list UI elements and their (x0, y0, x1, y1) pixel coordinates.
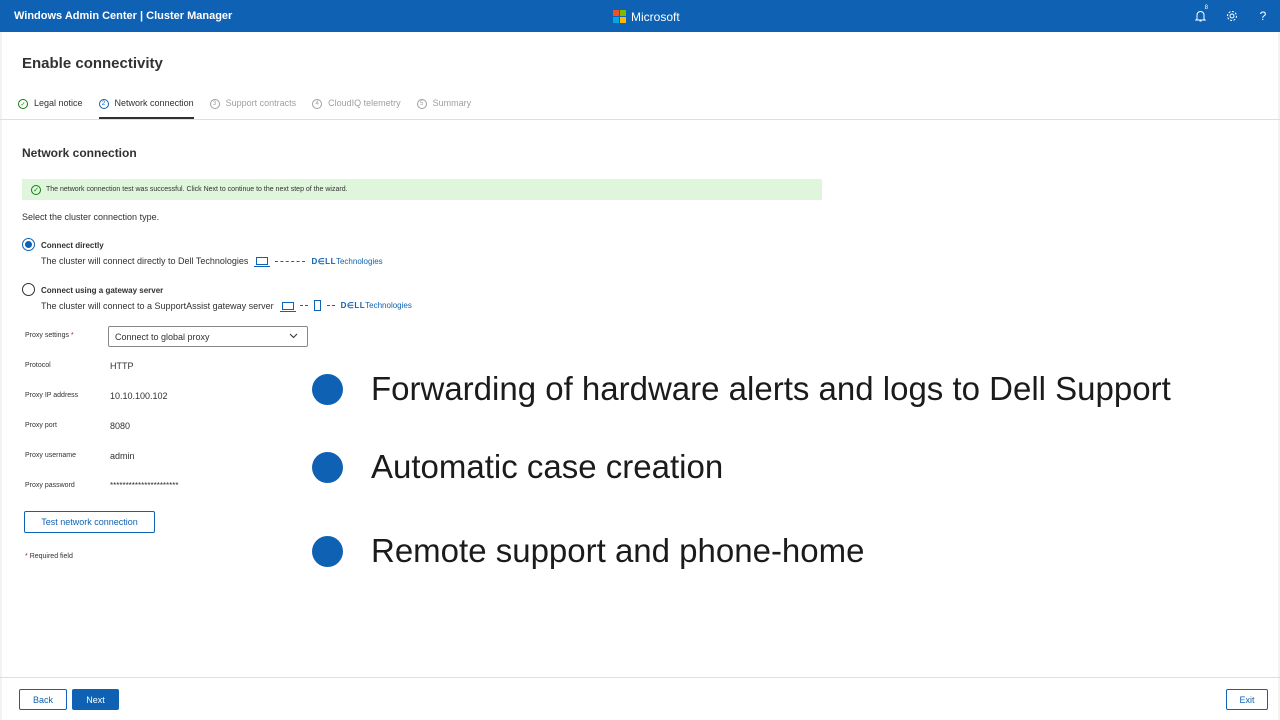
header-divider (0, 119, 1280, 120)
next-button[interactable]: Next (72, 689, 119, 710)
logo-square-red (613, 10, 619, 16)
protocol-value: HTTP (110, 361, 134, 371)
window-left-edge (0, 32, 2, 720)
page-title: Enable connectivity (22, 55, 163, 72)
app-title[interactable]: Windows Admin Center | Cluster Manager (14, 10, 232, 22)
required-mark: * (25, 553, 28, 560)
proxy-port-value: 8080 (110, 421, 131, 431)
success-check-icon: ✓ (31, 184, 41, 195)
dell-logo-rest: Technologies (335, 256, 383, 266)
step-label: CloudIQ telemetry (328, 98, 401, 108)
gear-icon[interactable] (1224, 8, 1240, 24)
bullet-text: Automatic case creation (371, 448, 724, 485)
proxy-settings-label: Proxy settings * (25, 332, 74, 339)
direct-description-text: The cluster will connect directly to Del… (41, 256, 249, 266)
test-network-connection-button[interactable]: Test network connection (24, 511, 155, 533)
laptop-icon (254, 257, 271, 267)
step-label: Legal notice (34, 98, 83, 108)
connection-type-label: Select the cluster connection type. (22, 212, 160, 222)
connect-gateway-radio[interactable] (22, 283, 35, 296)
step-legal-notice[interactable]: ✓ Legal notice (18, 98, 83, 119)
step-number: 5 (416, 99, 427, 109)
microsoft-logo-icon (613, 10, 626, 23)
footer-divider (0, 677, 1280, 678)
section-title: Network connection (22, 146, 137, 160)
logo-square-green (620, 10, 626, 16)
step-number: 4 (312, 99, 323, 109)
connect-gateway-label[interactable]: Connect using a gateway server (41, 286, 163, 295)
laptop-icon (279, 301, 296, 312)
proxy-settings-label-text: Proxy settings (25, 332, 69, 339)
bullet-dot-icon (312, 373, 343, 405)
success-message: The network connection test was successf… (46, 186, 348, 193)
bullet-item-3: Remote support and phone-home (312, 532, 865, 570)
bullet-text: Remote support and phone-home (371, 532, 865, 569)
required-note-text: Required field (29, 553, 73, 560)
step-support-contracts[interactable]: 3 Support contracts (209, 98, 297, 119)
step-number: 3 (209, 99, 220, 109)
proxy-username-value: admin (110, 451, 135, 461)
step-number: 2 (98, 99, 109, 109)
proxy-settings-value: Connect to global proxy (115, 331, 210, 342)
bell-icon-svg (1194, 11, 1206, 22)
proxy-port-label: Proxy port (25, 422, 57, 429)
bullet-item-2: Automatic case creation (312, 448, 723, 486)
step-network-connection[interactable]: 2 Network connection (98, 98, 194, 119)
proxy-ip-value: 10.10.100.102 (110, 391, 168, 401)
proxy-username-label: Proxy username (25, 452, 76, 459)
dell-technologies-logo: D∈LLTechnologies (341, 301, 412, 310)
gateway-server-icon (313, 300, 321, 311)
proxy-password-value: ********************** (110, 481, 179, 490)
step-cloudiq-telemetry[interactable]: 4 CloudIQ telemetry (312, 98, 401, 119)
bullet-dot-icon (312, 535, 343, 567)
dell-technologies-logo: D∈LLTechnologies (311, 257, 382, 266)
gateway-description-text: The cluster will connect to a SupportAss… (41, 300, 274, 311)
connect-directly-label[interactable]: Connect directly (41, 241, 104, 250)
exit-button[interactable]: Exit (1226, 689, 1268, 710)
connect-directly-description: The cluster will connect directly to Del… (41, 256, 383, 267)
logo-square-yellow (620, 17, 626, 23)
required-field-note: * Required field (25, 553, 73, 560)
proxy-password-label: Proxy password (25, 482, 75, 489)
proxy-ip-label: Proxy IP address (25, 392, 79, 399)
help-icon[interactable]: ? (1255, 8, 1271, 24)
bullet-dot-icon (312, 451, 343, 483)
connect-gateway-description: The cluster will connect to a SupportAss… (41, 300, 412, 312)
step-label: Network connection (114, 98, 194, 108)
step-label: Support contracts (225, 98, 297, 108)
brand-name: Microsoft (631, 10, 680, 24)
proxy-settings-dropdown[interactable]: Connect to global proxy (108, 326, 308, 347)
chevron-down-icon (289, 331, 298, 342)
check-icon: ✓ (18, 99, 28, 109)
bullet-item-1: Forwarding of hardware alerts and logs t… (312, 370, 1171, 408)
required-mark: * (70, 332, 74, 339)
dell-logo-bold: D∈LL (311, 256, 336, 266)
top-bar: Windows Admin Center | Cluster Manager M… (0, 0, 1280, 32)
step-label: Summary (432, 98, 472, 108)
bell-icon[interactable]: 8 (1192, 5, 1208, 24)
dell-logo-bold: D∈LL (340, 301, 366, 310)
connect-directly-radio[interactable] (22, 238, 35, 251)
success-message-bar: ✓ The network connection test was succes… (22, 179, 822, 200)
notification-badge: 8 (1204, 5, 1208, 11)
gear-icon-svg (1227, 11, 1237, 21)
dell-logo-rest: Technologies (365, 301, 412, 310)
protocol-label: Protocol (25, 362, 51, 369)
connection-dash (326, 305, 335, 306)
bullet-text: Forwarding of hardware alerts and logs t… (371, 370, 1171, 407)
logo-square-blue (613, 17, 619, 23)
chevron-down-svg (289, 333, 298, 339)
connection-dash (275, 260, 306, 262)
back-button[interactable]: Back (19, 689, 67, 710)
step-summary[interactable]: 5 Summary (416, 98, 472, 119)
wizard-steps: ✓ Legal notice 2 Network connection 3 Su… (18, 98, 487, 120)
connection-dash (299, 305, 308, 306)
